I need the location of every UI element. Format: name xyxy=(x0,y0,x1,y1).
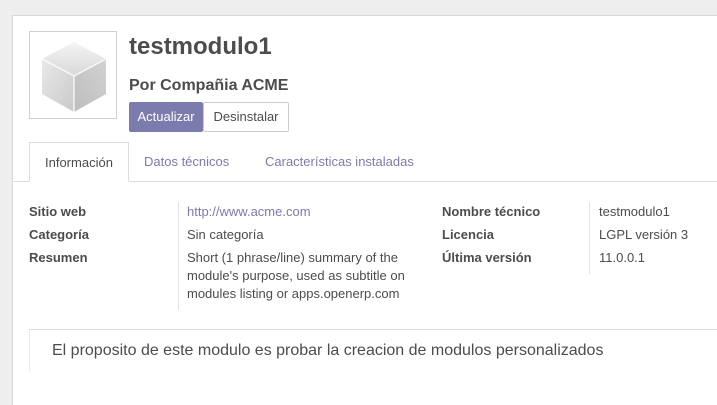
module-info-group: Sitio web Categoría Resumen http://www.a… xyxy=(13,202,717,322)
field-label-summary: Resumen xyxy=(29,250,88,265)
module-description-panel: El proposito de este modulo es probar la… xyxy=(29,329,717,371)
module-form-sheet: testmodulo1 Por Compañia ACME Actualizar… xyxy=(12,15,717,405)
field-label-license: Licencia xyxy=(442,227,495,242)
field-label-technical-name: Nombre técnico xyxy=(442,204,541,219)
module-cube-icon xyxy=(29,31,117,119)
category-value: Sin categoría xyxy=(187,227,264,242)
summary-value: Short (1 phrase/line) summary of the mod… xyxy=(187,250,405,301)
website-link[interactable]: http://www.acme.com xyxy=(187,203,311,221)
tab-informacion[interactable]: Información xyxy=(29,142,129,182)
module-description: El proposito de este modulo es probar la… xyxy=(52,342,604,359)
field-label-category: Categoría xyxy=(29,227,89,242)
module-author: Por Compañia ACME xyxy=(129,77,289,94)
field-label-latest-version: Última versión xyxy=(442,250,532,265)
latest-version-value: 11.0.0.1 xyxy=(599,250,646,265)
license-value: LGPL versión 3 xyxy=(599,227,689,242)
column-separator-right xyxy=(589,202,590,274)
tab-bar: Información Datos técnicos Característic… xyxy=(13,142,717,182)
field-label-website: Sitio web xyxy=(29,204,87,219)
module-title: testmodulo1 xyxy=(129,33,272,60)
update-button[interactable]: Actualizar xyxy=(129,102,203,132)
tab-caracteristicas-instaladas[interactable]: Características instaladas xyxy=(250,142,429,182)
tab-datos-tecnicos[interactable]: Datos técnicos xyxy=(129,142,244,182)
technical-name-value: testmodulo1 xyxy=(599,204,670,219)
column-separator-left xyxy=(178,202,179,310)
uninstall-button[interactable]: Desinstalar xyxy=(203,102,289,132)
